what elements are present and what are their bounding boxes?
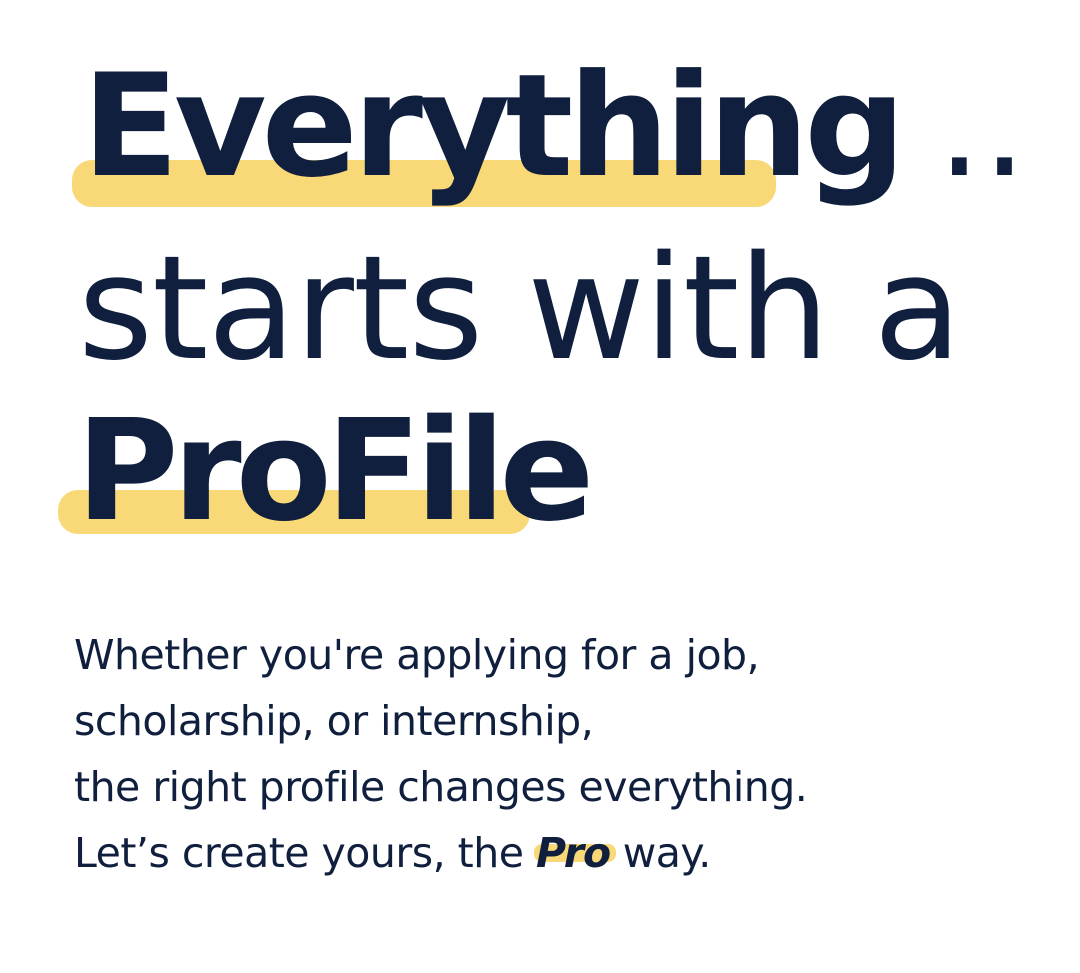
body-line-4-start: Let’s create yours, the bbox=[74, 829, 524, 877]
pro-highlight: Pro bbox=[533, 820, 617, 886]
headline: Everything.. starts with a ProFile bbox=[0, 0, 1080, 560]
body-line-4: Let’s create yours, the Pro way. bbox=[74, 820, 807, 886]
pro-word: Pro bbox=[535, 829, 611, 877]
headline-word-everything: Everything bbox=[82, 44, 906, 209]
body-line-1: Whether you're applying for a job, bbox=[74, 631, 760, 679]
body-line-3: the right profile changes everything. bbox=[74, 763, 808, 811]
headline-word-profile: ProFile bbox=[76, 390, 594, 553]
headline-line-2: starts with a bbox=[78, 224, 962, 392]
body-line-2: scholarship, or internship, bbox=[74, 697, 594, 745]
headline-ellipsis: .. bbox=[936, 44, 1028, 209]
headline-line-1: Everything.. bbox=[82, 56, 1027, 198]
body-paragraph: Whether you're applying for a job, schol… bbox=[74, 622, 808, 886]
body-line-4-end: way. bbox=[622, 829, 712, 877]
